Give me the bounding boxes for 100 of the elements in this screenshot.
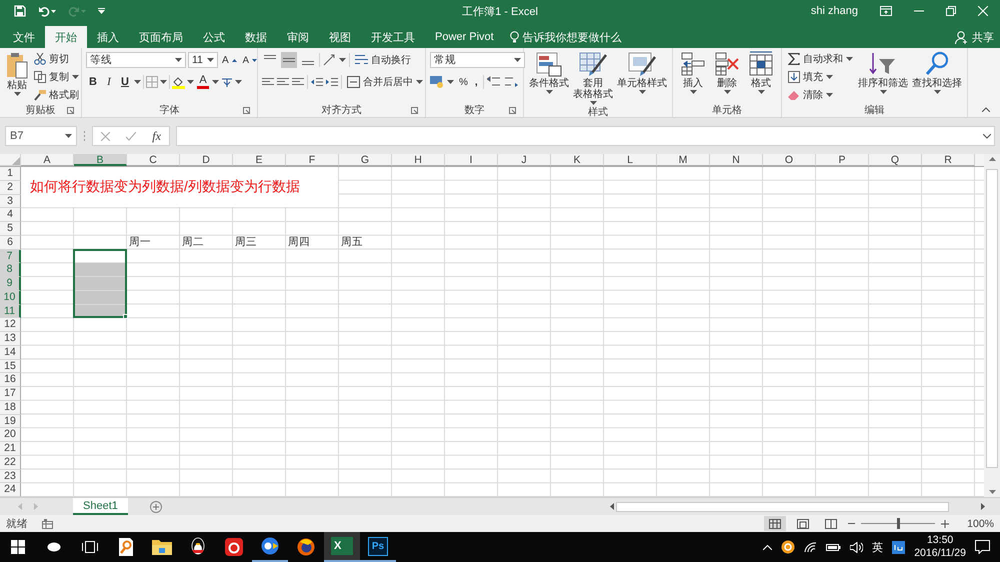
row-header[interactable]: 17 — [0, 387, 21, 401]
wrap-text-button[interactable]: 自动换行 — [353, 52, 413, 68]
row-header[interactable]: 9 — [0, 277, 21, 291]
cell-text: 周三 — [235, 236, 257, 248]
copy-button[interactable]: 复制 — [32, 69, 81, 85]
row-header[interactable]: 19 — [0, 414, 21, 428]
format-table-button[interactable]: 套用 表格格式 — [572, 51, 614, 105]
ribbon-tab[interactable]: 页面布局 — [129, 26, 193, 48]
font-size-field[interactable]: 11 — [188, 52, 218, 68]
share-button[interactable]: 共享 — [955, 26, 994, 48]
row-header[interactable]: 23 — [0, 470, 21, 484]
row-header[interactable]: 4 — [0, 208, 21, 222]
row-header[interactable]: 12 — [0, 318, 21, 332]
percent-button[interactable]: % — [457, 74, 470, 90]
cell-text: 周二 — [182, 236, 204, 248]
status-text: 就绪 — [6, 516, 28, 530]
row-header[interactable]: 15 — [0, 360, 21, 374]
column-header[interactable]: M — [657, 154, 710, 166]
row-header[interactable]: 21 — [0, 442, 21, 456]
zoom-level[interactable]: 100% — [967, 518, 994, 530]
merge-center-button[interactable]: 合并后居中 — [345, 74, 425, 90]
sort-filter-button[interactable]: 排序和筛选 — [857, 51, 909, 103]
conditional-format-button[interactable]: 条件格式 — [528, 51, 570, 105]
name-box[interactable]: B7 — [5, 126, 77, 146]
row-header[interactable]: 10 — [0, 290, 21, 304]
column-header[interactable]: N — [710, 154, 763, 166]
delete-cells-button[interactable]: 删除 — [711, 51, 743, 103]
row-header[interactable]: 24 — [0, 483, 21, 497]
font-color-button[interactable]: A — [196, 74, 210, 90]
excel-icon[interactable]: X — [331, 537, 353, 555]
find-select-button[interactable]: 查找和选择 — [911, 51, 963, 103]
clock[interactable]: 13:50 2016/11/29 — [914, 534, 966, 560]
ribbon-tab[interactable]: Power Pivot — [425, 26, 504, 48]
ribbon-tab[interactable]: 插入 — [87, 26, 129, 48]
ribbon-tab[interactable]: 公式 — [193, 26, 235, 48]
grow-font-button[interactable]: A — [220, 52, 239, 68]
paste-button[interactable]: 粘贴 — [4, 51, 30, 103]
row-header[interactable]: 18 — [0, 400, 21, 414]
cell-styles-button[interactable]: 单元格样式 — [616, 51, 668, 105]
ribbon-tab[interactable]: 文件 — [3, 26, 45, 48]
user-name: shi zhang — [810, 5, 858, 17]
photoshop-icon[interactable]: Ps — [368, 536, 388, 556]
font-name-field[interactable]: 等线 — [86, 52, 186, 68]
row-header[interactable]: 5 — [0, 222, 21, 236]
row-header[interactable]: 6 — [0, 236, 21, 250]
column-header[interactable]: J — [498, 154, 551, 166]
column-header[interactable]: H — [392, 154, 445, 166]
ribbon-tab[interactable]: 数据 — [235, 26, 277, 48]
tell-me-field[interactable]: 告诉我你想要做什么 — [510, 26, 622, 48]
cut-button[interactable]: 剪切 — [32, 51, 81, 67]
row-header[interactable]: 8 — [0, 263, 21, 277]
format-cells-button[interactable]: 格式 — [745, 51, 777, 103]
underline-button[interactable]: U — [118, 74, 132, 90]
fill-button[interactable]: 填充 — [786, 69, 855, 85]
column-header[interactable]: O — [763, 154, 816, 166]
bold-button[interactable]: B — [86, 74, 100, 90]
ribbon-tab[interactable]: 开发工具 — [361, 26, 425, 48]
row-header[interactable]: 16 — [0, 373, 21, 387]
column-header[interactable]: D — [180, 154, 233, 166]
row-header[interactable]: 11 — [0, 304, 21, 318]
format-painter-button[interactable]: 格式刷 — [32, 87, 81, 103]
ribbon-tab[interactable]: 视图 — [319, 26, 361, 48]
column-header[interactable]: Q — [869, 154, 922, 166]
group-label: 对齐方式 — [320, 104, 362, 117]
column-header[interactable]: E — [233, 154, 286, 166]
autosum-button[interactable]: 自动求和 — [786, 51, 855, 67]
group-label: 数字 — [464, 104, 486, 117]
input-language[interactable]: 英 — [872, 540, 884, 554]
column-header[interactable]: R — [922, 154, 975, 166]
row-header[interactable]: 14 — [0, 346, 21, 360]
row-header[interactable]: 13 — [0, 332, 21, 346]
column-header[interactable]: B — [74, 154, 127, 166]
row-header[interactable]: 1 — [0, 167, 21, 181]
ribbon-tab[interactable]: 审阅 — [277, 26, 319, 48]
clear-button[interactable]: 清除 — [786, 87, 855, 103]
row-header[interactable]: 2 — [0, 180, 21, 194]
row-header[interactable]: 7 — [0, 250, 21, 264]
group-label: 单元格 — [711, 104, 743, 117]
row-header[interactable]: 20 — [0, 428, 21, 442]
column-header[interactable]: C — [127, 154, 180, 166]
sheet-tab[interactable]: Sheet1 — [73, 498, 128, 515]
column-header[interactable]: K — [551, 154, 604, 166]
comma-button[interactable]: , — [472, 74, 480, 90]
shrink-font-button[interactable]: A — [240, 52, 260, 68]
column-header[interactable]: F — [286, 154, 339, 166]
taskbar-button[interactable]: X — [324, 532, 360, 562]
insert-function-button[interactable]: fx — [152, 128, 161, 144]
column-header[interactable]: I — [445, 154, 498, 166]
insert-cells-button[interactable]: 插入 — [677, 51, 709, 103]
column-header[interactable]: L — [604, 154, 657, 166]
taskbar-button[interactable]: Ps — [360, 532, 396, 562]
row-header[interactable]: 22 — [0, 456, 21, 470]
column-header[interactable]: P — [816, 154, 869, 166]
ribbon-tab[interactable]: 开始 — [45, 26, 87, 48]
number-format-field[interactable]: 常规 — [430, 52, 525, 68]
column-header[interactable]: G — [339, 154, 392, 166]
window-title: 工作簿1 - Excel — [461, 4, 539, 18]
row-header[interactable]: 3 — [0, 194, 21, 208]
sheet-title: 如何将行数据变为列数据/列数据变为行数据 — [21, 167, 338, 208]
italic-button[interactable]: I — [102, 74, 116, 90]
